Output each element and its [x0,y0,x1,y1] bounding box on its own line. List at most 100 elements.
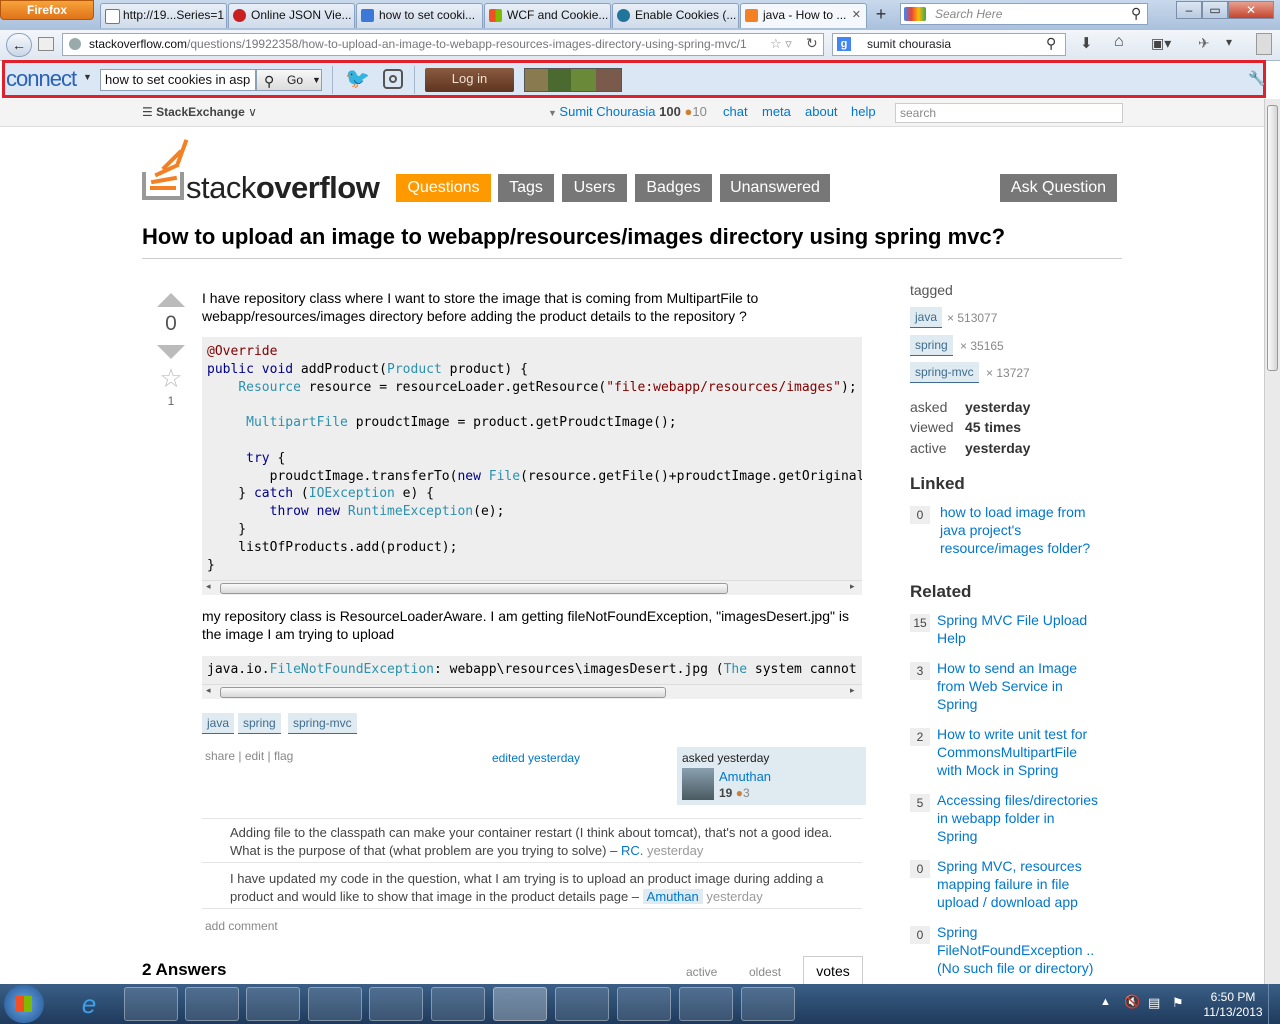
stackoverflow-logo-icon[interactable] [142,139,189,202]
home-icon[interactable]: ⌂ [1114,33,1124,51]
author-link[interactable]: Amuthan [719,769,771,784]
instagram-icon[interactable] [383,69,403,89]
internet-explorer-icon[interactable]: e [64,987,114,1021]
comment-user-link[interactable]: RC. [621,843,643,858]
related-question-link[interactable]: How to send an Image from Web Service in S… [937,659,1077,713]
browser-tab[interactable]: WCF and Cookie... [484,3,611,28]
nav-tab-badges[interactable]: Badges [635,174,712,202]
bookmarks-icon[interactable] [38,37,54,51]
browser-tab[interactable]: Online JSON Vie... [228,3,355,28]
search-icon[interactable]: ⚲ [1046,35,1056,52]
media-player-icon[interactable] [246,987,300,1021]
nav-tab-questions[interactable]: Questions [396,174,491,202]
firefox-icon[interactable] [493,987,547,1021]
comment-user-link[interactable]: Amuthan [642,889,703,904]
file-explorer-icon[interactable] [185,987,239,1021]
connect-menu-chevron-icon[interactable]: ▼ [83,72,92,82]
code-horizontal-scrollbar[interactable]: ◂ ▸ [202,684,862,699]
address-bar[interactable]: stackoverflow.com/questions/19922358/how… [62,33,824,56]
meta-link[interactable]: meta [762,104,791,119]
help-link[interactable]: help [851,104,876,119]
connect-logo[interactable]: connect [6,66,77,92]
login-button[interactable]: Log in [425,68,514,92]
action-center-icon[interactable]: ⚑ [1172,995,1184,1011]
nav-tab-tags[interactable]: Tags [498,174,554,202]
skype-icon[interactable] [555,987,609,1021]
tray-expand-icon[interactable]: ▲ [1100,996,1111,1008]
toolbar-search-input[interactable]: Search Here [900,3,1148,25]
browser-tab-active[interactable]: java - How to ... ✕ [740,3,867,28]
user-profile-link[interactable]: ▼ Sumit Chourasia 100 ●10 [548,104,707,119]
connect-search-input[interactable]: how to set cookies in asp [100,69,256,91]
vote-up-icon[interactable] [157,293,185,307]
browser-tab[interactable]: http://19...Series=1 [100,3,227,28]
system-clock[interactable]: 6:50 PM 11/13/2013 [1200,990,1266,1020]
sidebar-tag-spring[interactable]: spring [910,335,953,356]
menu-chevron-icon[interactable]: ▾ [1226,35,1232,49]
site-logo-text[interactable]: stackoverflow [186,170,380,206]
related-question-link[interactable]: How to write unit test for CommonsMultipa… [937,725,1087,779]
scroll-thumb[interactable] [220,583,728,594]
download-icon[interactable]: ⬇ [1080,34,1093,52]
nav-tab-users[interactable]: Users [562,174,627,202]
start-button[interactable] [4,985,44,1023]
sidebar-tag-java[interactable]: java [910,307,943,328]
tag-java[interactable]: java [202,713,235,734]
browser-tab[interactable]: Enable Cookies (... [612,3,739,28]
related-question-link[interactable]: Spring MVC, resources mapping failure in … [937,857,1082,911]
star-icon[interactable]: ☆ ▿ [770,36,792,52]
edited-link[interactable]: edited yesterday [492,751,580,765]
sort-tab-active[interactable]: active [686,965,717,979]
page-vertical-scrollbar[interactable] [1264,99,1280,984]
maximize-icon[interactable]: ▭ [1202,1,1228,19]
favorite-star-icon[interactable]: ☆ [157,364,185,392]
search-icon[interactable]: ⚲ [1131,5,1141,22]
vote-down-icon[interactable] [157,345,185,359]
addons-icon[interactable]: ▣▾ [1151,35,1171,52]
sort-tab-oldest[interactable]: oldest [749,965,781,979]
minimize-icon[interactable]: – [1176,1,1202,19]
sidebar-tag-spring-mvc[interactable]: spring-mvc [910,362,979,383]
close-window-icon[interactable]: ✕ [1228,1,1274,19]
twitter-icon[interactable]: 🐦 [345,68,373,90]
photo-gallery-thumbnails[interactable] [524,68,622,92]
about-link[interactable]: about [805,104,838,119]
wrench-icon[interactable]: 🔧 [1248,70,1265,87]
related-question-link[interactable]: Spring MVC File Upload Help [937,611,1087,647]
outlook-icon[interactable] [431,987,485,1021]
firefox-menu-button[interactable]: Firefox [0,0,94,20]
back-arrow-icon[interactable]: ← [6,33,32,57]
linked-question-link[interactable]: how to load image from java project's reso… [940,503,1090,557]
flag-link[interactable]: flag [274,749,293,763]
scroll-thumb[interactable] [220,687,666,698]
taskbar-app-icon[interactable] [124,987,178,1021]
google-engine-icon[interactable]: g [837,37,851,51]
tag-spring-mvc[interactable]: spring-mvc [288,713,357,734]
visual-studio-icon[interactable] [617,987,671,1021]
control-panel-icon[interactable] [741,987,795,1021]
close-tab-icon[interactable]: ✕ [852,4,861,27]
ask-question-button[interactable]: Ask Question [1000,174,1117,202]
scroll-thumb[interactable] [1267,105,1278,371]
question-title[interactable]: How to upload an image to webapp/resourc… [142,224,1005,250]
site-search-input[interactable]: search [895,103,1123,123]
show-desktop-button[interactable] [1268,984,1280,1024]
sidebar-toggle-icon[interactable] [1256,33,1272,55]
add-comment-link[interactable]: add comment [205,919,278,933]
related-question-link[interactable]: Accessing files/directories in webapp fol… [937,791,1098,845]
browser-tab[interactable]: how to set cooki... [356,3,483,28]
edit-link[interactable]: edit [245,749,264,763]
stackexchange-menu[interactable]: ☰ StackExchange ∨ [142,105,257,119]
nav-tab-unanswered[interactable]: Unanswered [720,174,830,202]
code-horizontal-scrollbar[interactable]: ◂ ▸ [202,580,862,595]
new-tab-button[interactable]: + [869,4,893,26]
related-question-link[interactable]: Spring FileNotFoundException .. (No such f… [937,923,1094,977]
connect-go-button[interactable]: ⚲ Go ▼ [256,69,322,91]
share-link[interactable]: share [205,749,235,763]
notes-icon[interactable] [369,987,423,1021]
search-engine-icon[interactable] [904,7,926,21]
chrome-icon[interactable] [308,987,362,1021]
chat-link[interactable]: chat [723,104,748,119]
site-identity-icon[interactable] [69,38,81,50]
reload-icon[interactable]: ↻ [806,35,818,52]
